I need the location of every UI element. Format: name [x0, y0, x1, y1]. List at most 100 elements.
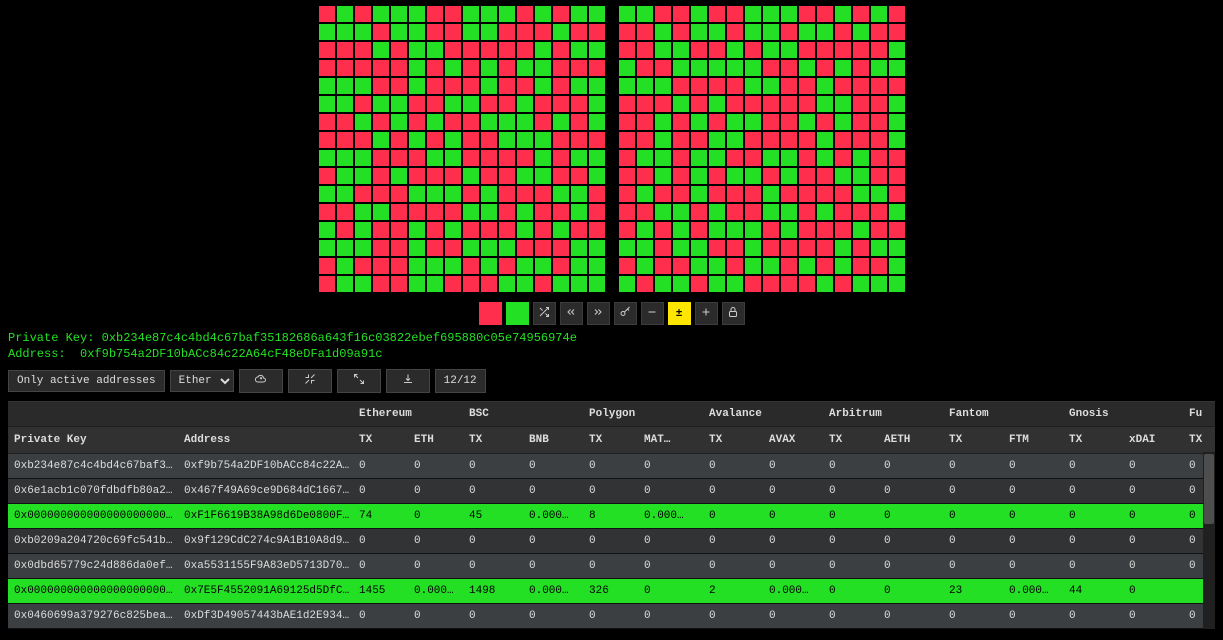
bit-cell[interactable] — [888, 239, 906, 257]
bit-cell[interactable] — [780, 185, 798, 203]
bit-cell[interactable] — [498, 185, 516, 203]
bit-cell[interactable] — [480, 221, 498, 239]
bit-cell[interactable] — [726, 149, 744, 167]
bit-cell[interactable] — [552, 131, 570, 149]
bit-cell[interactable] — [318, 167, 336, 185]
bit-cell[interactable] — [726, 77, 744, 95]
bit-cell[interactable] — [336, 203, 354, 221]
bit-cell[interactable] — [690, 131, 708, 149]
bit-cell[interactable] — [354, 185, 372, 203]
bit-cell[interactable] — [372, 113, 390, 131]
bit-cell[interactable] — [480, 203, 498, 221]
bit-cell[interactable] — [552, 59, 570, 77]
bit-cell[interactable] — [480, 95, 498, 113]
bit-cell[interactable] — [654, 59, 672, 77]
bit-cell[interactable] — [516, 149, 534, 167]
bit-cell[interactable] — [462, 257, 480, 275]
bit-cell[interactable] — [480, 23, 498, 41]
bit-cell[interactable] — [780, 131, 798, 149]
bit-cell[interactable] — [372, 23, 390, 41]
bit-cell[interactable] — [798, 185, 816, 203]
bit-cell[interactable] — [534, 23, 552, 41]
bit-cell[interactable] — [816, 239, 834, 257]
bit-cell[interactable] — [444, 257, 462, 275]
bit-cell[interactable] — [726, 221, 744, 239]
bit-cell[interactable] — [654, 185, 672, 203]
bit-cell[interactable] — [762, 257, 780, 275]
bit-cell[interactable] — [618, 113, 636, 131]
bit-cell[interactable] — [462, 95, 480, 113]
bit-cell[interactable] — [834, 59, 852, 77]
bit-cell[interactable] — [516, 131, 534, 149]
lock-button[interactable] — [722, 302, 745, 325]
bit-cell[interactable] — [762, 77, 780, 95]
bit-cell[interactable] — [588, 185, 606, 203]
bit-cell[interactable] — [726, 239, 744, 257]
bit-cell[interactable] — [744, 95, 762, 113]
bit-cell[interactable] — [636, 275, 654, 293]
bit-cell[interactable] — [618, 275, 636, 293]
bit-cell[interactable] — [552, 113, 570, 131]
bit-cell[interactable] — [726, 131, 744, 149]
bit-cell[interactable] — [498, 257, 516, 275]
bit-cell[interactable] — [744, 275, 762, 293]
bit-cell[interactable] — [888, 131, 906, 149]
bit-cell[interactable] — [408, 257, 426, 275]
column-header-cell[interactable]: MAT… — [638, 434, 703, 446]
bit-cell[interactable] — [618, 77, 636, 95]
unit-select[interactable]: Ether — [170, 370, 234, 392]
bit-cell[interactable] — [708, 257, 726, 275]
bit-cell[interactable] — [372, 59, 390, 77]
bit-cell[interactable] — [462, 185, 480, 203]
bit-cell[interactable] — [408, 167, 426, 185]
bit-cell[interactable] — [480, 149, 498, 167]
bit-cell[interactable] — [354, 41, 372, 59]
bit-cell[interactable] — [780, 59, 798, 77]
bit-cell[interactable] — [318, 23, 336, 41]
bit-cell[interactable] — [462, 131, 480, 149]
bit-cell[interactable] — [480, 41, 498, 59]
bit-cell[interactable] — [762, 167, 780, 185]
bit-cell[interactable] — [888, 95, 906, 113]
column-header-cell[interactable]: TX — [943, 434, 1003, 446]
bit-cell[interactable] — [570, 149, 588, 167]
bit-cell[interactable] — [426, 257, 444, 275]
bit-cell[interactable] — [690, 77, 708, 95]
only-active-toggle[interactable]: Only active addresses — [8, 370, 165, 392]
bit-cell[interactable] — [870, 41, 888, 59]
bit-cell[interactable] — [444, 203, 462, 221]
bit-cell[interactable] — [744, 23, 762, 41]
bit-cell[interactable] — [318, 203, 336, 221]
bit-cell[interactable] — [426, 185, 444, 203]
bit-cell[interactable] — [654, 275, 672, 293]
bit-cell[interactable] — [390, 5, 408, 23]
bit-cell[interactable] — [588, 23, 606, 41]
bit-cell[interactable] — [588, 239, 606, 257]
bit-cell[interactable] — [426, 41, 444, 59]
next-button[interactable] — [587, 302, 610, 325]
bit-cell[interactable] — [780, 77, 798, 95]
bit-cell[interactable] — [816, 23, 834, 41]
bit-cell[interactable] — [852, 77, 870, 95]
bit-cell[interactable] — [498, 275, 516, 293]
bit-cell[interactable] — [498, 239, 516, 257]
bit-cell[interactable] — [690, 185, 708, 203]
bit-cell[interactable] — [798, 167, 816, 185]
bit-cell[interactable] — [780, 5, 798, 23]
bit-cell[interactable] — [534, 185, 552, 203]
bit-cell[interactable] — [690, 221, 708, 239]
bit-cell[interactable] — [798, 149, 816, 167]
bit-cell[interactable] — [498, 131, 516, 149]
bit-cell[interactable] — [408, 203, 426, 221]
bit-cell[interactable] — [588, 167, 606, 185]
bit-cell[interactable] — [588, 149, 606, 167]
bit-cell[interactable] — [762, 275, 780, 293]
bit-cell[interactable] — [336, 95, 354, 113]
bit-cell[interactable] — [588, 257, 606, 275]
bit-cell[interactable] — [780, 41, 798, 59]
bit-cell[interactable] — [708, 203, 726, 221]
bit-cell[interactable] — [888, 167, 906, 185]
bit-cell[interactable] — [618, 41, 636, 59]
bit-cell[interactable] — [726, 95, 744, 113]
bit-cell[interactable] — [672, 221, 690, 239]
